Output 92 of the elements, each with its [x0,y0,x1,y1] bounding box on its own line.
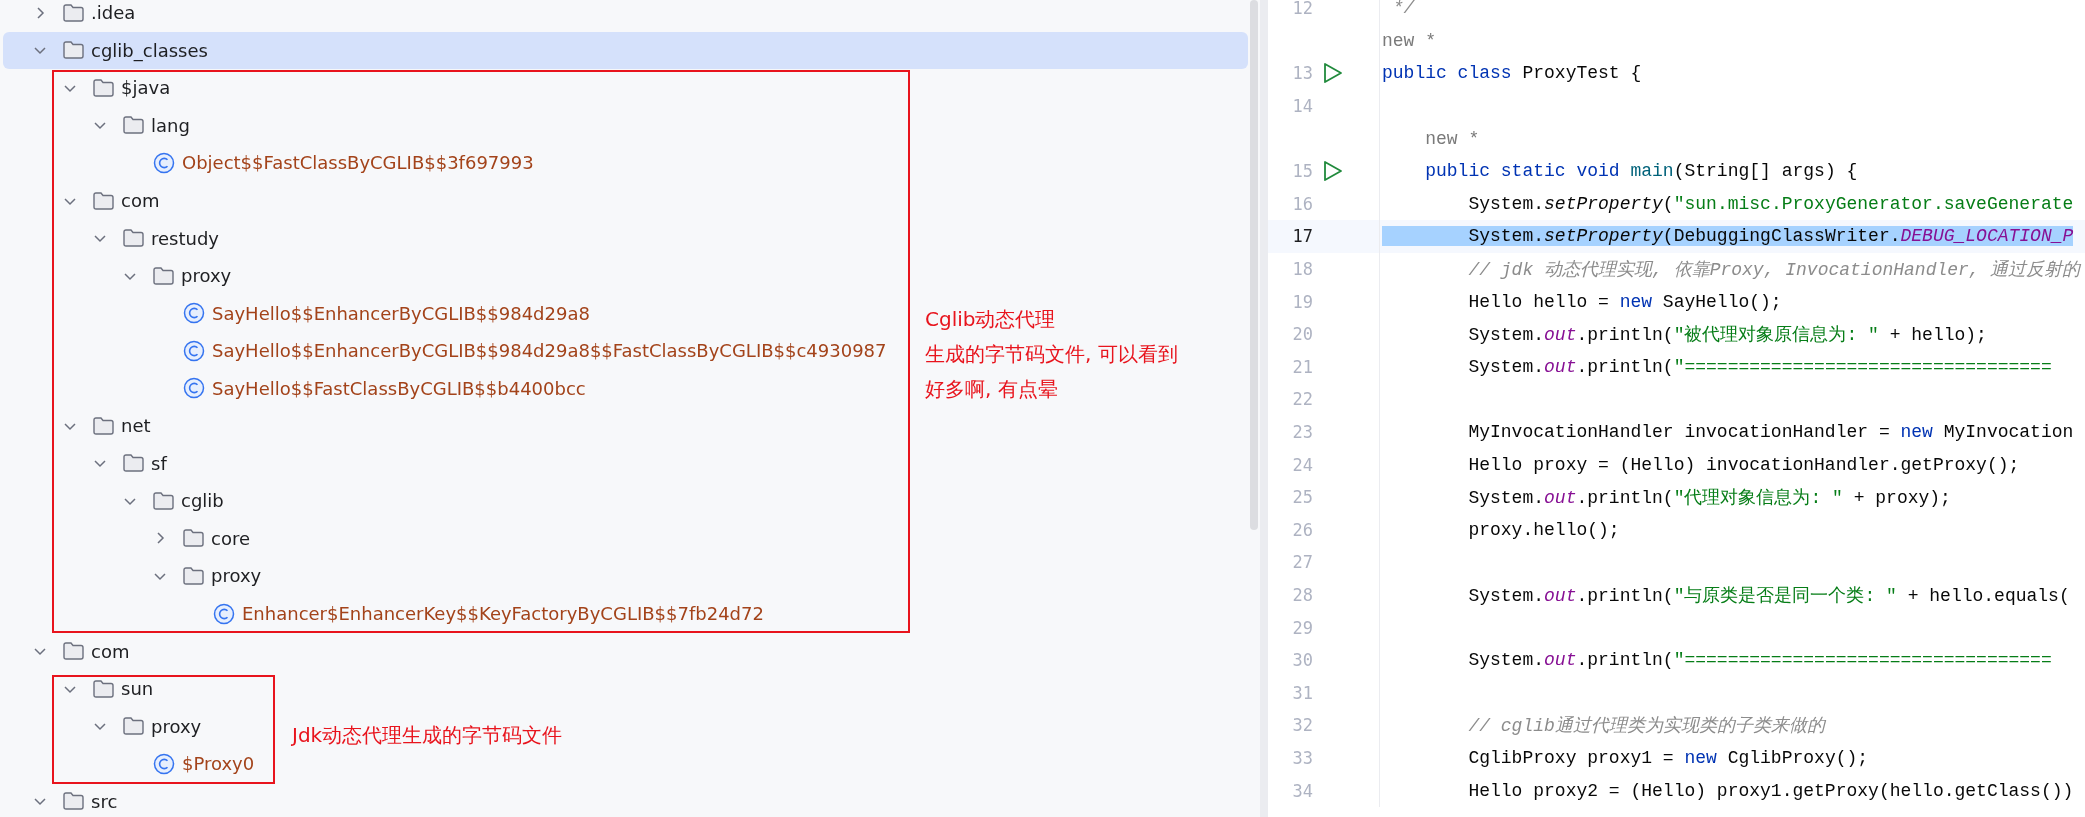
line-number: 26 [1291,519,1313,540]
run-icon[interactable] [1323,62,1343,85]
line-number: 32 [1291,715,1313,736]
folder-name[interactable]: com [91,640,130,662]
line-number: 23 [1291,422,1313,442]
code-line: System.out.println("代理对象信息为: " + proxy); [1467,487,1951,510]
code-line: Hello proxy2 = (Hello) proxy1.getProxy(hello.getClass()) [1467,780,2074,801]
folder-icon [123,454,144,473]
folder-icon [153,491,174,510]
class-icon [183,302,205,325]
folder-name[interactable]: net [121,415,151,437]
line-number: 22 [1291,389,1313,410]
folder-name[interactable]: sun [121,678,154,700]
line-number: 12 [1291,0,1313,19]
code-line: System.out.println("与原类是否是同一个类: " + hello.equals( [1467,585,2070,607]
line-number: 31 [1291,682,1313,703]
annotation-note: Jdk动态代理生成的字节码文件 [292,722,563,749]
folder-name[interactable]: sf [151,452,167,474]
class-file-name[interactable]: Object$$FastClassByCGLIB$$3f697993 [182,152,534,174]
line-number: 29 [1291,617,1313,638]
code-line: MyInvocationHandler invocationHandler = new MyInvocation [1467,422,2074,442]
class-icon [183,339,205,362]
code-line: System.setProperty("sun.misc.ProxyGenerator.saveGenerate [1467,193,2074,214]
line-number: 25 [1291,487,1313,508]
code-line: */ [1391,0,1415,19]
folder-name[interactable]: proxy [181,265,232,287]
folder-name[interactable]: cglib_classes [91,39,208,61]
folder-name[interactable]: cglib [181,490,224,512]
line-number: 30 [1291,650,1313,671]
annotation-note: Cglib动态代理 生成的字节码文件, 可以看到 好多啊, 有点晕 [925,306,1178,403]
folder-icon [63,642,84,661]
line-number: 19 [1291,291,1313,312]
folder-icon [93,679,114,698]
code-line: Hello proxy = (Hello) invocationHandler.getProxy(); [1467,454,2020,475]
scrollbar-thumb[interactable] [1250,0,1258,530]
folder-icon [123,229,144,248]
code-line: proxy.hello(); [1467,519,1620,540]
folder-icon [123,717,144,736]
line-number: 24 [1291,454,1313,475]
class-file-name[interactable]: $Proxy0 [182,753,255,775]
code-line: CglibProxy proxy1 = new CglibProxy(); [1467,747,1869,768]
folder-icon [123,116,144,135]
folder-icon [63,792,84,811]
folder-name[interactable]: core [211,527,250,549]
code-line: System.out.println("被代理对象原信息为: " + hello); [1467,324,1987,347]
line-number: 28 [1291,585,1313,605]
line-number: 17 [1291,226,1313,247]
line-number: 33 [1291,747,1313,768]
folder-name[interactable]: restudy [151,227,219,249]
folder-name[interactable]: proxy [151,715,202,737]
class-file-name[interactable]: SayHello$$EnhancerByCGLIB$$984d29a8 [212,302,590,324]
folder-name[interactable]: com [121,190,160,211]
class-icon [213,602,235,625]
line-number: 15 [1291,161,1313,182]
line-number: 14 [1291,96,1313,117]
code-line: Hello hello = new SayHello(); [1467,291,1782,312]
class-icon [153,151,175,174]
code-line: public class ProxyTest { [1382,63,1642,84]
line-number: 16 [1291,193,1313,214]
class-file-name[interactable]: Enhancer$EnhancerKey$$KeyFactoryByCGLIB$$7fb24d72 [242,603,764,624]
folder-name[interactable]: lang [151,114,190,136]
code-line: // jdk 动态代理实现, 依靠Proxy, InvocationHandler, 通过反射的 [1467,259,2081,282]
folder-name[interactable]: $java [121,77,171,99]
code-line: System.out.println("================================== [1467,650,2052,671]
folder-name[interactable]: src [91,790,118,812]
line-number: 34 [1291,780,1313,801]
code-line: // cglib通过代理类为实现类的子类来做的 [1467,715,1825,738]
folder-icon [93,191,114,210]
code-line: System.out.println("================================== [1467,356,2052,377]
folder-icon [63,3,84,22]
inlay-hint[interactable]: new * [1382,128,1480,149]
class-file-name[interactable]: SayHello$$EnhancerByCGLIB$$984d29a8$$FastClassByCGLIB$$c4930987 [212,340,887,362]
folder-icon [63,41,84,60]
class-icon [153,752,175,775]
class-icon [183,377,205,400]
code-line: public static void main(String[] args) { [1424,161,1858,182]
folder-icon [93,416,114,435]
class-file-name[interactable]: SayHello$$FastClassByCGLIB$$b4400bcc [212,377,586,399]
line-number: 20 [1291,324,1313,345]
line-number: 18 [1291,259,1313,280]
folder-name[interactable]: proxy [211,565,262,587]
folder-icon [183,566,204,585]
line-number: 21 [1291,356,1313,377]
inlay-hint[interactable]: new * [1382,30,1436,51]
folder-icon [153,266,174,285]
line-number: 13 [1291,63,1313,84]
tree-row-selected[interactable]: cglib_classes [3,31,1248,70]
line-number: 27 [1291,552,1313,573]
folder-name[interactable]: .idea [91,2,136,24]
run-icon[interactable] [1323,160,1343,183]
folder-icon [183,529,204,548]
folder-icon [93,78,114,97]
